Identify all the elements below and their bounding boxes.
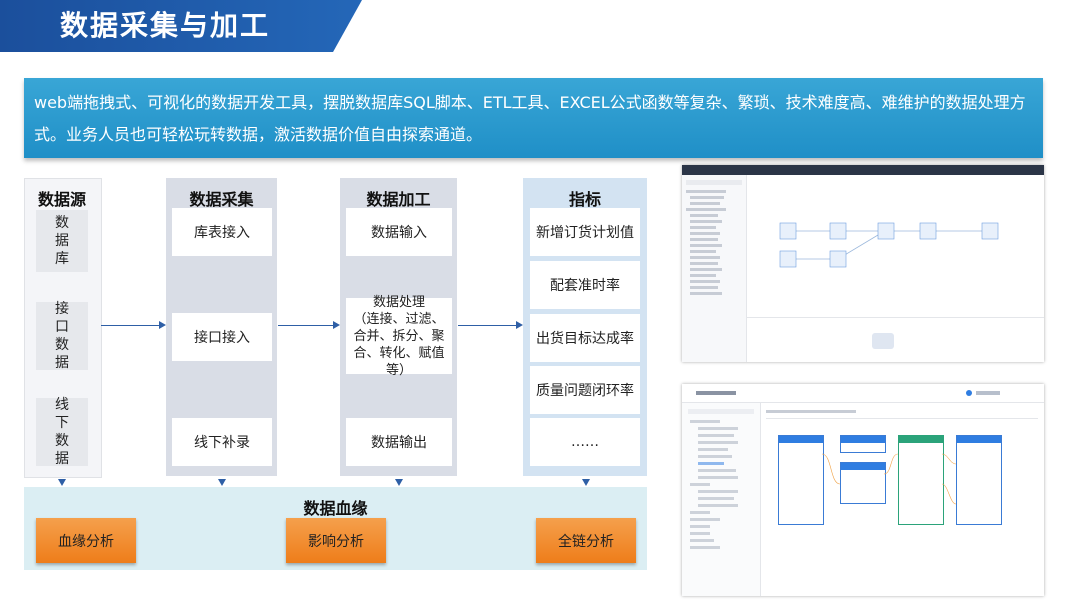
empty-state-icon bbox=[872, 333, 894, 349]
source-item-api: 接口数据 bbox=[36, 301, 88, 371]
collect-item-offline: 线下补录 bbox=[172, 418, 272, 466]
process-heading: 数据加工 bbox=[366, 190, 431, 209]
impact-analysis-button[interactable]: 影响分析 bbox=[286, 518, 386, 563]
down-arrow-icon bbox=[58, 479, 66, 486]
flow-canvas bbox=[779, 222, 999, 268]
process-item-input: 数据输入 bbox=[346, 208, 452, 256]
down-arrow-icon bbox=[582, 479, 590, 486]
collect-item-table: 库表接入 bbox=[172, 208, 272, 256]
arrow-process-metrics bbox=[458, 325, 516, 326]
intro-text: web端拖拽式、可视化的数据开发工具，摆脱数据库SQL脚本、ETL工具、EXCE… bbox=[34, 93, 1026, 144]
arrow-collect-process bbox=[278, 325, 333, 326]
etl-flow-screenshot bbox=[682, 165, 1044, 362]
right-arrow-icon bbox=[159, 321, 166, 329]
source-item-offline: 线下数据 bbox=[36, 397, 88, 467]
metrics-heading: 指标 bbox=[568, 190, 601, 209]
process-item-output: 数据输出 bbox=[346, 418, 452, 466]
source-heading: 数据源 bbox=[37, 190, 86, 209]
metric-item-3: 出货目标达成率 bbox=[530, 314, 640, 362]
arrow-source-collect bbox=[101, 325, 159, 326]
metric-item-2: 配套准时率 bbox=[530, 261, 640, 309]
collect-heading: 数据采集 bbox=[189, 190, 254, 209]
page-title: 数据采集与加工 bbox=[60, 9, 271, 42]
lineage-graph-screenshot bbox=[682, 384, 1044, 596]
screenshot-sidebar bbox=[682, 175, 747, 362]
metric-item-5: …… bbox=[530, 418, 640, 466]
metric-item-4: 质量问题闭环率 bbox=[530, 366, 640, 414]
lineage-edges bbox=[821, 453, 957, 505]
source-item-database: 数据库 bbox=[36, 210, 88, 272]
lineage-heading: 数据血缘 bbox=[303, 499, 368, 518]
full-chain-analysis-button[interactable]: 全链分析 bbox=[536, 518, 636, 563]
process-item-transform: 数据处理 （连接、过滤、合并、拆分、聚合、转化、赋值等） bbox=[346, 295, 452, 378]
collect-item-api: 接口接入 bbox=[172, 313, 272, 361]
down-arrow-icon bbox=[218, 479, 226, 486]
lineage-analysis-button[interactable]: 血缘分析 bbox=[36, 518, 136, 563]
metric-item-1: 新增订货计划值 bbox=[530, 208, 640, 256]
right-arrow-icon bbox=[333, 321, 340, 329]
screenshot-toolbar bbox=[682, 165, 1044, 175]
down-arrow-icon bbox=[395, 479, 403, 486]
right-arrow-icon bbox=[516, 321, 523, 329]
